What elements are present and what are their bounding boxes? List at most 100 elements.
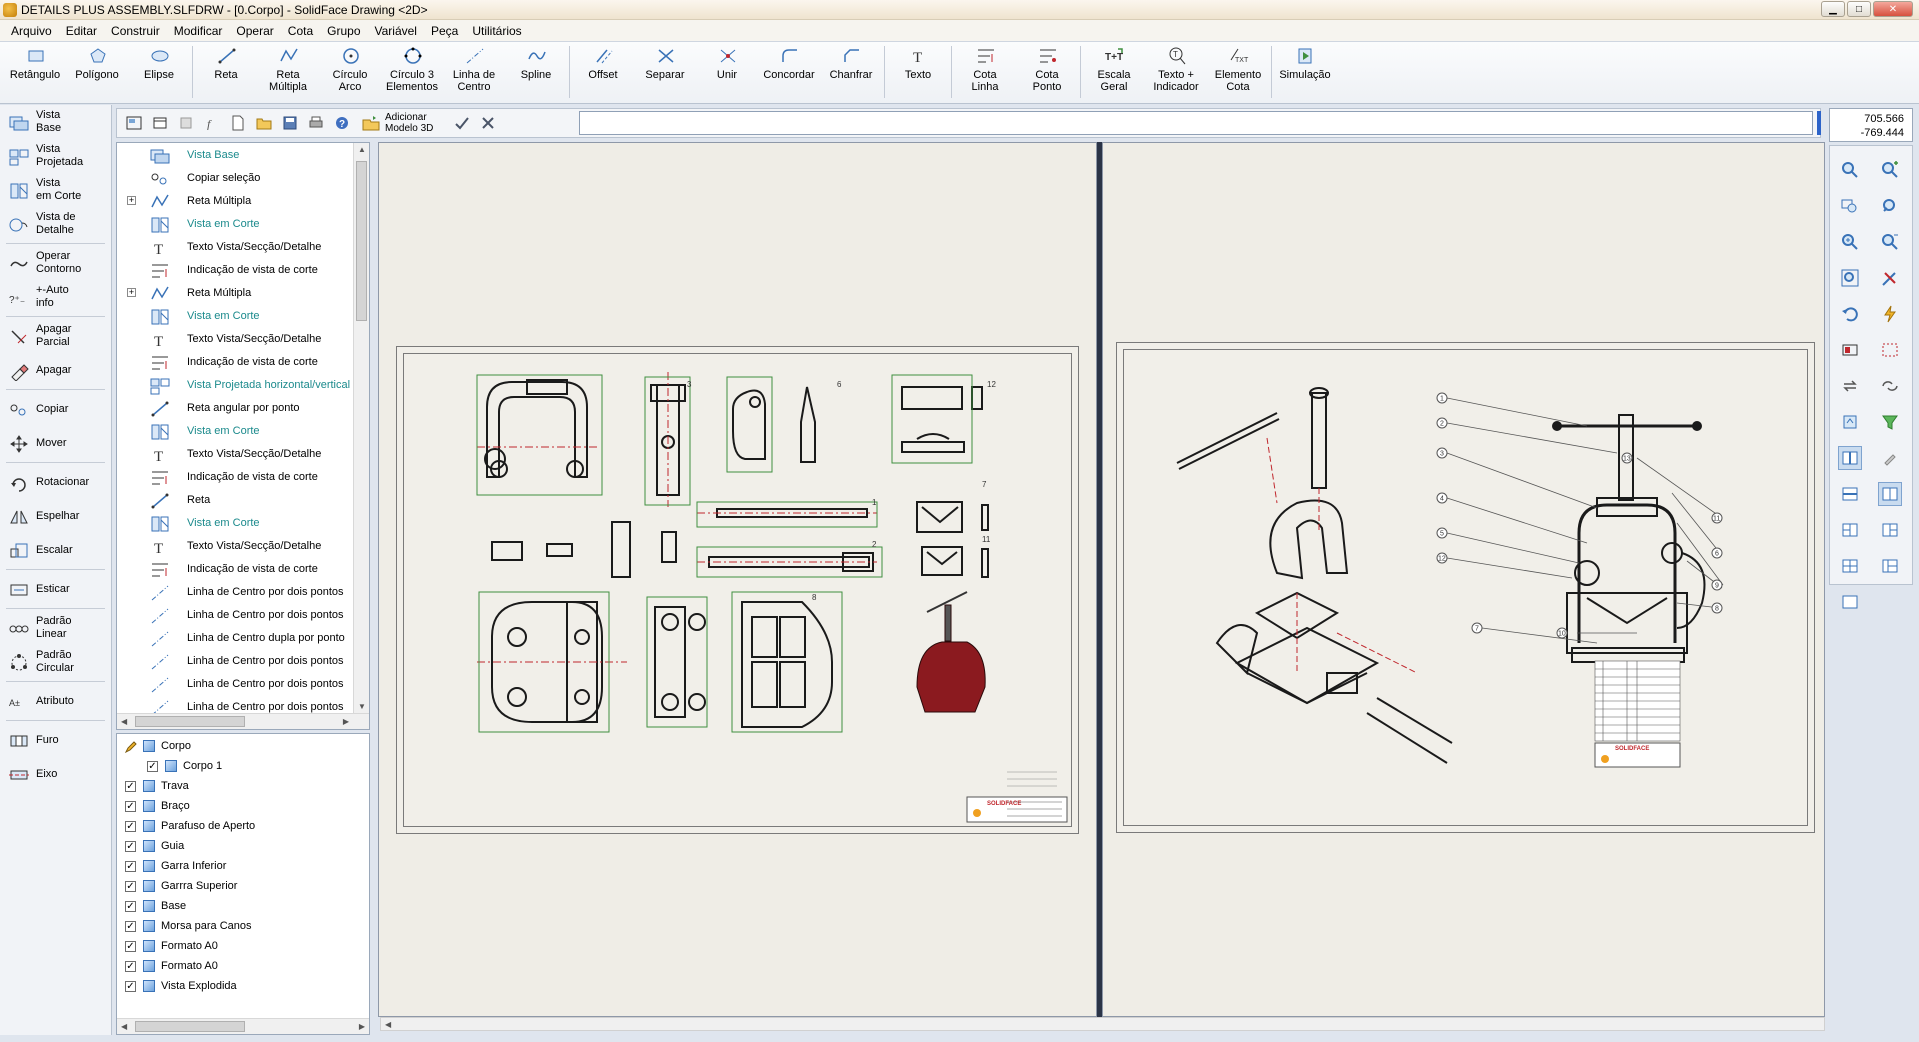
tree-item[interactable]: Linha de Centro por dois pontos xyxy=(117,580,369,603)
separate-button[interactable]: Separar xyxy=(634,42,696,102)
menu-editar[interactable]: Editar xyxy=(59,24,104,38)
circle-3-button[interactable]: Círculo 3 Elementos xyxy=(381,42,443,102)
menu-operar[interactable]: Operar xyxy=(229,24,280,38)
zoom-all-icon[interactable] xyxy=(1838,266,1862,290)
tool-auto-info[interactable]: ?⁺₋ +-Auto info xyxy=(0,280,111,314)
scroll-left-icon[interactable]: ◀ xyxy=(121,717,127,726)
snap-icon[interactable] xyxy=(1838,338,1862,362)
tree-item[interactable]: Vista em Corte xyxy=(117,304,369,327)
drawing-viewport-left[interactable]: 3 6 12 1 7 2 11 8 SOLIDFACE xyxy=(378,142,1097,1017)
layer-visibility-checkbox[interactable]: ✓ xyxy=(125,800,136,812)
layers-scroll-left-icon[interactable]: ◀ xyxy=(121,1022,127,1031)
tree-vscroll-thumb[interactable] xyxy=(356,161,367,321)
view-manager-icon[interactable] xyxy=(121,111,147,135)
zoom-out-icon[interactable] xyxy=(1878,230,1902,254)
tool-stretch[interactable]: Esticar xyxy=(0,572,111,606)
layer-visibility-checkbox[interactable]: ✓ xyxy=(125,960,136,972)
expand-icon[interactable]: + xyxy=(127,288,136,297)
layer-item[interactable]: ✓ Corpo 1 xyxy=(117,756,369,776)
layer-item[interactable]: Corpo xyxy=(117,736,369,756)
print-icon[interactable] xyxy=(303,111,329,135)
drawing-scroll-left-icon[interactable]: ◀ xyxy=(385,1020,391,1029)
split-horizontal-icon[interactable] xyxy=(1838,482,1862,506)
add-3d-model-button[interactable]: Adicionar Modelo 3D xyxy=(355,112,439,134)
tool-hole[interactable]: Furo xyxy=(0,723,111,757)
center-line-button[interactable]: Linha de Centro xyxy=(443,42,505,102)
help-icon[interactable]: ? xyxy=(329,111,355,135)
refresh-icon[interactable] xyxy=(1838,374,1862,398)
command-input[interactable] xyxy=(579,111,1813,135)
confirm-icon[interactable] xyxy=(449,111,475,135)
tree-item[interactable]: Copiar seleção xyxy=(117,166,369,189)
cancel-icon[interactable] xyxy=(475,111,501,135)
layer-item[interactable]: ✓ Parafuso de Aperto xyxy=(117,816,369,836)
tool-circular-pattern[interactable]: Padrão Circular xyxy=(0,645,111,679)
tree-item[interactable]: Indicação de vista de corte xyxy=(117,258,369,281)
menu-modificar[interactable]: Modificar xyxy=(167,24,230,38)
menu-arquivo[interactable]: Arquivo xyxy=(4,24,59,38)
layers-horizontal-scrollbar[interactable]: ◀ ▶ xyxy=(117,1018,369,1034)
zoom-window-icon[interactable] xyxy=(1838,158,1862,182)
scale-button[interactable]: T+T Escala Geral xyxy=(1083,42,1145,102)
simulation-button[interactable]: Simulação xyxy=(1274,42,1336,102)
tool-mirror[interactable]: Espelhar xyxy=(0,499,111,533)
layer-item[interactable]: ✓ Morsa para Canos xyxy=(117,916,369,936)
layer-visibility-checkbox[interactable]: ✓ xyxy=(125,940,136,952)
tool-rotate[interactable]: Rotacionar xyxy=(0,465,111,499)
tree-item[interactable]: Reta xyxy=(117,488,369,511)
layers-hscroll-thumb[interactable] xyxy=(135,1021,245,1032)
join-button[interactable]: Unir xyxy=(696,42,758,102)
layer-visibility-checkbox[interactable]: ✓ xyxy=(125,880,136,892)
open-file-icon[interactable] xyxy=(251,111,277,135)
chamfer-button[interactable]: Chanfrar xyxy=(820,42,882,102)
single-view-icon[interactable] xyxy=(1838,590,1862,614)
layer-item[interactable]: ✓ Garra Inferior xyxy=(117,856,369,876)
new-file-icon[interactable] xyxy=(225,111,251,135)
drawing-viewport-right[interactable]: 1 2 3 13 4 5 12 11 6 9 8 7 10 SOLIDFACE xyxy=(1102,142,1825,1017)
polyline-button[interactable]: Reta Múltipla xyxy=(257,42,319,102)
tree-item[interactable]: T Texto Vista/Secção/Detalhe xyxy=(117,235,369,258)
menu-cota[interactable]: Cota xyxy=(281,24,320,38)
layer-visibility-checkbox[interactable]: ✓ xyxy=(125,860,136,872)
layer-visibility-checkbox[interactable]: ✓ xyxy=(125,840,136,852)
zoom-in-icon[interactable] xyxy=(1878,158,1902,182)
zoom-prev-icon[interactable] xyxy=(1838,194,1862,218)
tree-item[interactable]: Linha de Centro por dois pontos xyxy=(117,672,369,695)
menu-utilit-rios[interactable]: Utilitários xyxy=(465,24,528,38)
tool-scale-tool[interactable]: Escalar xyxy=(0,533,111,567)
tree-item[interactable]: Linha de Centro por dois pontos xyxy=(117,649,369,672)
tool-detail-view[interactable]: Vista de Detalhe xyxy=(0,207,111,241)
fillet-button[interactable]: Concordar xyxy=(758,42,820,102)
layer-visibility-checkbox[interactable]: ✓ xyxy=(125,980,136,992)
tree-item[interactable]: T Texto Vista/Secção/Detalhe xyxy=(117,534,369,557)
layer-props-icon[interactable] xyxy=(1838,410,1862,434)
layer-item[interactable]: ✓ Garrra Superior xyxy=(117,876,369,896)
tool-attribute[interactable]: A± Atributo xyxy=(0,684,111,718)
menu-pe-a[interactable]: Peça xyxy=(424,24,465,38)
ellipse-button[interactable]: Elipse xyxy=(128,42,190,102)
tree-item[interactable]: T Texto Vista/Secção/Detalhe xyxy=(117,327,369,350)
filter-icon[interactable] xyxy=(1878,410,1902,434)
minimize-button[interactable]: ▁ xyxy=(1821,1,1845,17)
menu-construir[interactable]: Construir xyxy=(104,24,167,38)
save-icon[interactable] xyxy=(277,111,303,135)
tree-item[interactable]: Vista Base xyxy=(117,143,369,166)
line-button[interactable]: Reta xyxy=(195,42,257,102)
tool-copy[interactable]: Copiar xyxy=(0,392,111,426)
pencil-icon[interactable] xyxy=(124,740,137,753)
tool-move[interactable]: Mover xyxy=(0,426,111,460)
drawing-horizontal-scrollbar[interactable]: ◀ xyxy=(380,1017,1825,1031)
layer-item[interactable]: ✓ Guia xyxy=(117,836,369,856)
leader-text-button[interactable]: T Texto + Indicador xyxy=(1145,42,1207,102)
tree-item[interactable]: + Reta Múltipla xyxy=(117,281,369,304)
brush-icon[interactable] xyxy=(1878,446,1902,470)
scroll-down-icon[interactable]: ▼ xyxy=(358,702,366,711)
tree-item[interactable]: Vista em Corte xyxy=(117,419,369,442)
dim-point-button[interactable]: Cota Ponto xyxy=(1016,42,1078,102)
tree-item[interactable]: Indicação de vista de corte xyxy=(117,557,369,580)
undo-redo-icon[interactable] xyxy=(1878,374,1902,398)
layer-visibility-checkbox[interactable]: ✓ xyxy=(125,920,136,932)
formula-icon[interactable]: f xyxy=(199,111,225,135)
tree-item[interactable]: T Texto Vista/Secção/Detalhe xyxy=(117,442,369,465)
split-two-icon[interactable] xyxy=(1878,482,1902,506)
